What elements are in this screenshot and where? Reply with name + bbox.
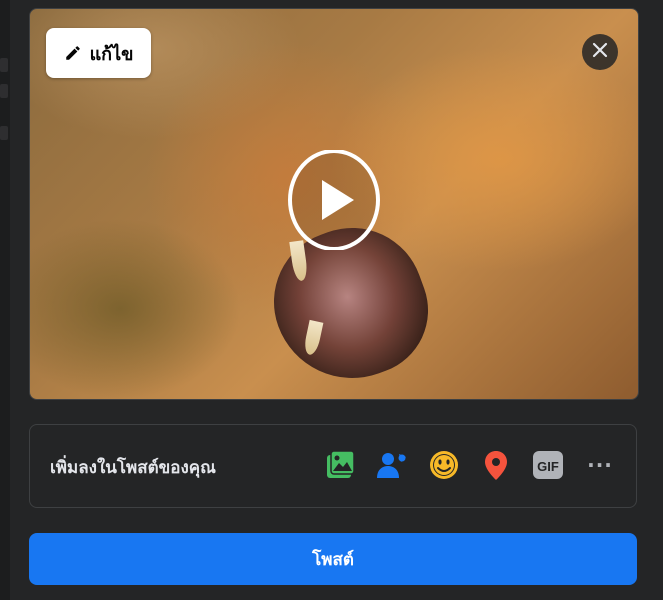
background-fragment [0, 126, 8, 140]
add-to-post-bar: เพิ่มลงในโพสต์ของคุณ GIF ··· [29, 424, 637, 508]
gif-icon[interactable]: GIF [529, 446, 567, 484]
pencil-icon [64, 44, 82, 62]
more-icon-glyph: ··· [587, 453, 613, 477]
check-in-icon[interactable] [477, 446, 515, 484]
gif-icon-text: GIF [537, 459, 559, 474]
more-icon[interactable]: ··· [581, 446, 619, 484]
post-button[interactable]: โพสต์ [29, 533, 637, 585]
play-button[interactable] [288, 149, 380, 254]
edit-button[interactable]: แก้ไข [46, 28, 151, 78]
remove-media-button[interactable] [582, 34, 618, 70]
background-fragment [0, 84, 8, 98]
photo-video-icon[interactable] [321, 446, 359, 484]
post-button-label: โพสต์ [312, 549, 354, 570]
close-icon [590, 40, 610, 64]
add-to-post-label: เพิ่มลงในโพสต์ของคุณ [50, 458, 216, 478]
background-page-edge [0, 0, 10, 600]
feeling-activity-icon[interactable] [425, 446, 463, 484]
play-icon [288, 149, 380, 254]
edit-button-label: แก้ไข [89, 43, 134, 65]
create-post-dialog: แก้ไข เพิ่มลงในโพสต์ของคุณ GIF ··· โพสต์ [0, 0, 663, 600]
background-fragment [0, 58, 8, 72]
add-to-post-icons: GIF ··· [321, 446, 619, 484]
tag-people-icon[interactable] [373, 446, 411, 484]
